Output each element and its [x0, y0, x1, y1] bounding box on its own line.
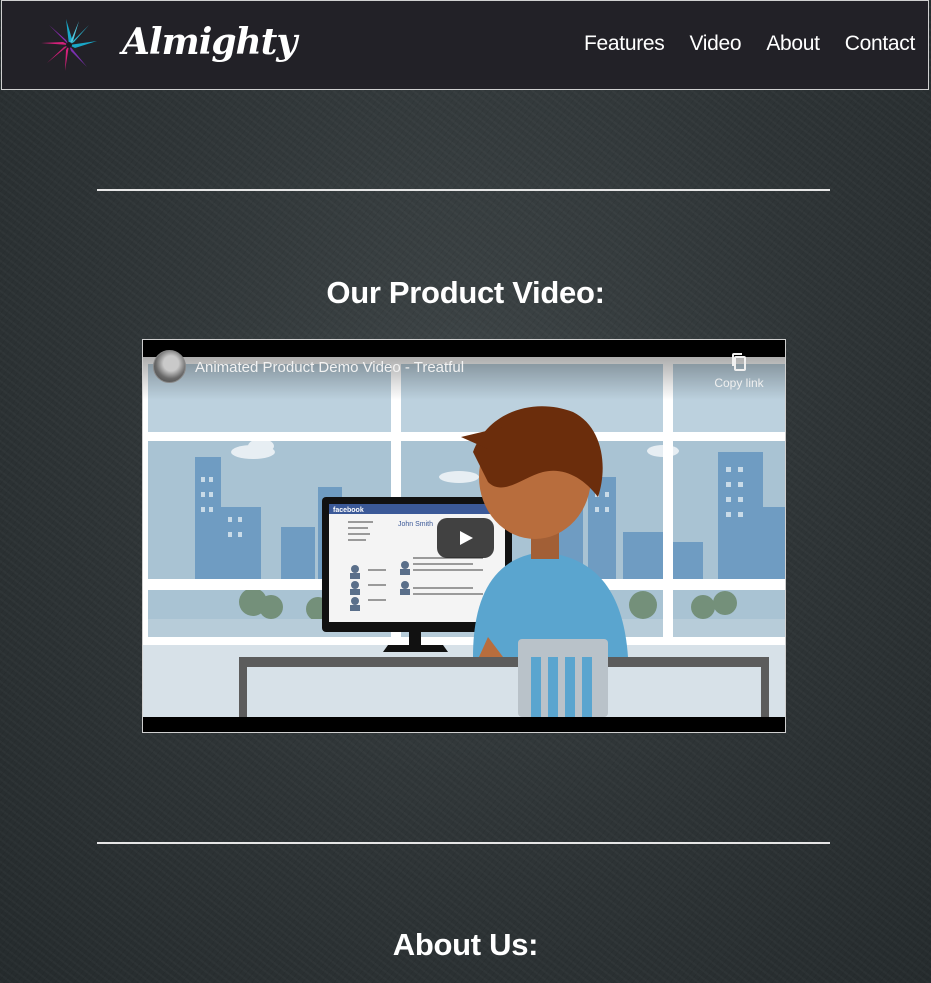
- screen-app-name: facebook: [333, 507, 364, 514]
- about-section-title: About Us:: [392, 927, 539, 962]
- copy-link-button[interactable]: Copy link: [709, 352, 769, 390]
- nav-link-video[interactable]: Video: [689, 32, 741, 56]
- brand-logo-text[interactable]: Almighty: [122, 21, 297, 63]
- main-nav: Features Video About Contact: [584, 32, 915, 56]
- starburst-logo-icon[interactable]: [40, 17, 98, 73]
- video-title-link[interactable]: Animated Product Demo Video - Treatful: [195, 359, 464, 376]
- section-divider: [97, 842, 830, 844]
- nav-link-contact[interactable]: Contact: [845, 32, 916, 56]
- play-button[interactable]: [437, 518, 494, 558]
- video-player[interactable]: facebook John Smith Animated Product Dem…: [142, 339, 786, 733]
- channel-avatar[interactable]: [153, 350, 186, 383]
- video-section-title: Our Product Video:: [326, 275, 605, 310]
- copy-icon: [732, 353, 746, 371]
- site-header: Almighty Features Video About Contact: [1, 0, 929, 90]
- screen-profile-name: John Smith: [398, 521, 433, 528]
- nav-link-about[interactable]: About: [766, 32, 820, 56]
- play-icon: [460, 531, 473, 545]
- copy-link-label: Copy link: [714, 376, 764, 390]
- nav-link-features[interactable]: Features: [584, 32, 665, 56]
- section-divider: [97, 189, 830, 191]
